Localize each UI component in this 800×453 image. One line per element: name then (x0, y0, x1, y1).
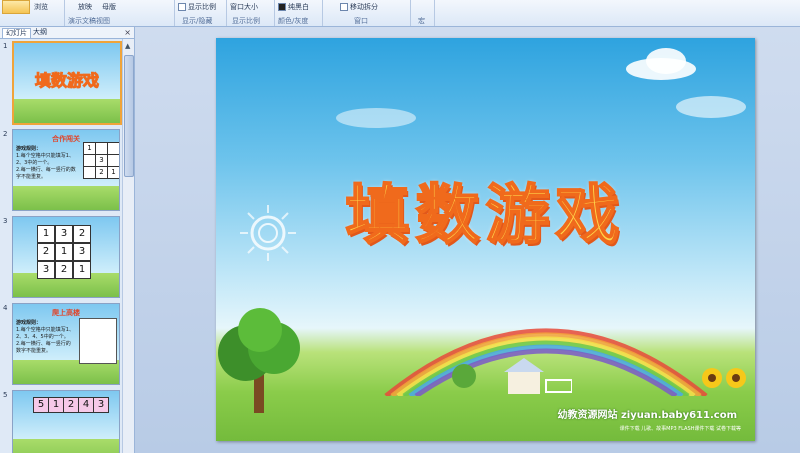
tree-icon (218, 308, 300, 413)
slide-thumbnail-5[interactable]: 5 1 2 4 3 (12, 390, 120, 453)
black-white-icon (278, 3, 286, 11)
slide-thumbnail-3[interactable]: 1 3 2 2 1 3 3 2 1 (12, 216, 120, 298)
cloud-icon (646, 48, 686, 74)
thumb-number: 4 (3, 304, 8, 312)
scroll-up-icon[interactable]: ▲ (125, 42, 130, 50)
current-slide[interactable]: 填数游戏 幼教资源网站 ziyuan.baby611.com 课件下载 儿歌、故… (216, 38, 755, 441)
ribbon: 浏览 放映 母版 演示文稿视图 显示比例 显示/隐藏 窗口大小 显示比例 纯黑白… (0, 0, 800, 27)
slide-thumbnail-1[interactable]: 填数游戏 (12, 41, 122, 125)
group-caption-window: 窗口 (354, 17, 368, 25)
cloud-icon (336, 108, 416, 128)
grid-cell: 3 (73, 243, 91, 261)
split-icon (340, 3, 348, 11)
grid-cell: 1 (48, 397, 64, 413)
thumb-number: 2 (3, 130, 8, 138)
grid-cell: 1 (73, 261, 91, 279)
grid-cell: 3 (55, 225, 73, 243)
group-caption-show-hide: 显示/隐藏 (182, 17, 213, 25)
group-caption-presentation-views: 演示文稿视图 (68, 17, 110, 25)
grid-cell: 2 (55, 261, 73, 279)
cloud-icon (676, 96, 746, 118)
pane-tabs: 幻灯片 大纲 × (0, 27, 134, 39)
thumb-rules: 游戏规则： 1.每个空格中只能填写1、2、3、4、5中的一个。 2.每一横行、每… (16, 320, 74, 355)
thumb-number: 1 (3, 42, 8, 50)
ribbon-group-macro: 宏 (410, 0, 435, 26)
thumbnail-list: 1 填数游戏 2 合作闯关 游戏规则： 1.每个空格中只能填写1、2、3中的一个… (0, 39, 122, 453)
checkbox-icon[interactable] (178, 3, 186, 11)
ribbon-item-pure-black-white[interactable]: 纯黑白 (278, 2, 309, 12)
group-caption-color: 颜色/灰度 (278, 17, 309, 25)
scrollbar-thumb[interactable] (124, 55, 134, 177)
thumb-rules-head: 游戏规则： (16, 320, 42, 326)
ribbon-group-show-hide: 显示比例 显示/隐藏 (174, 0, 227, 26)
grid-cell: 3 (93, 397, 109, 413)
site-watermark: 幼教资源网站 ziyuan.baby611.com (557, 410, 737, 421)
thumb-rule-1: 1.每个空格中只能填写1、2、3、4、5中的一个。 (16, 327, 74, 340)
thumb-grid-box (79, 318, 117, 364)
thumb-rules-head: 游戏规则： (16, 146, 42, 152)
thumb-rule-1: 1.每个空格中只能填写1、2、3中的一个。 (16, 153, 74, 166)
thumb-rule-2: 2.每一横行、每一竖行的数字不能重复。 (16, 167, 76, 180)
thumb-title: 填数游戏 (34, 71, 99, 91)
slide-thumbnail-2[interactable]: 合作闯关 游戏规则： 1.每个空格中只能填写1、2、3中的一个。 2.每一横行、… (12, 129, 120, 211)
pane-scrollbar[interactable]: ▲ (122, 39, 134, 453)
ribbon-item-gridlines[interactable]: 显示比例 (178, 2, 216, 12)
grid-cell: 4 (78, 397, 94, 413)
slide-thumbnail-4[interactable]: 爬上高楼 游戏规则： 1.每个空格中只能填写1、2、3、4、5中的一个。 2.每… (12, 303, 120, 385)
grid-cell: 3 (37, 261, 55, 279)
sunflower-icon (702, 368, 746, 388)
ribbon-label-black-white: 纯黑白 (288, 3, 309, 11)
ribbon-group-zoom: 窗口大小 显示比例 (226, 0, 275, 26)
grid-cell: 1 (55, 243, 73, 261)
grid-cell: 1 (107, 166, 119, 179)
ribbon-item-move-split[interactable]: 移动拆分 (340, 2, 378, 12)
close-icon[interactable]: × (124, 27, 131, 38)
ribbon-item-master[interactable]: 母版 (102, 2, 116, 12)
slide-editor: 填数游戏 幼教资源网站 ziyuan.baby611.com 课件下载 儿歌、故… (135, 27, 800, 453)
ribbon-item-slideshow[interactable]: 放映 (78, 2, 92, 12)
normal-view-icon[interactable] (2, 0, 30, 14)
tab-outline[interactable]: 大纲 (30, 28, 50, 37)
thumb-rules: 游戏规则： 1.每个空格中只能填写1、2、3中的一个。 2.每一横行、每一竖行的… (16, 146, 76, 181)
ribbon-group-window: 移动拆分 窗口 (322, 0, 411, 26)
group-caption-zoom: 显示比例 (232, 17, 260, 25)
ribbon-group-presentation-views: 浏览 (0, 0, 65, 26)
thumb-number: 5 (3, 391, 8, 399)
ribbon-group-color: 纯黑白 颜色/灰度 (274, 0, 323, 26)
group-caption-macro: 宏 (418, 17, 425, 25)
ribbon-label-move-split: 移动拆分 (350, 3, 378, 11)
ribbon-group-views-2: 放映 母版 演示文稿视图 (64, 0, 175, 26)
ribbon-item-browse[interactable]: 浏览 (34, 2, 48, 12)
tab-slides[interactable]: 幻灯片 (2, 28, 31, 38)
thumb-rule-2: 2.每一横行、每一竖行的数字不能重复。 (16, 341, 71, 354)
slides-pane: 幻灯片 大纲 × 1 填数游戏 2 合作闯关 游戏规则： 1.每个空格中只能填写… (0, 27, 135, 453)
grid-cell: 5 (33, 397, 49, 413)
site-subtext: 课件下载 儿歌、故事MP3 FLASH课件下载 试卷下载等 (619, 426, 741, 432)
ribbon-label-zoom: 显示比例 (188, 3, 216, 11)
grid-cell: 2 (37, 243, 55, 261)
grid-cell: 2 (73, 225, 91, 243)
house-icon (452, 358, 572, 394)
slide-title[interactable]: 填数游戏 (216, 164, 755, 256)
ribbon-item-window-size[interactable]: 窗口大小 (230, 2, 258, 12)
grid-cell: 2 (63, 397, 79, 413)
thumb-title: 爬上高楼 (52, 309, 80, 317)
grid-cell: 1 (37, 225, 55, 243)
thumb-number: 3 (3, 217, 8, 225)
